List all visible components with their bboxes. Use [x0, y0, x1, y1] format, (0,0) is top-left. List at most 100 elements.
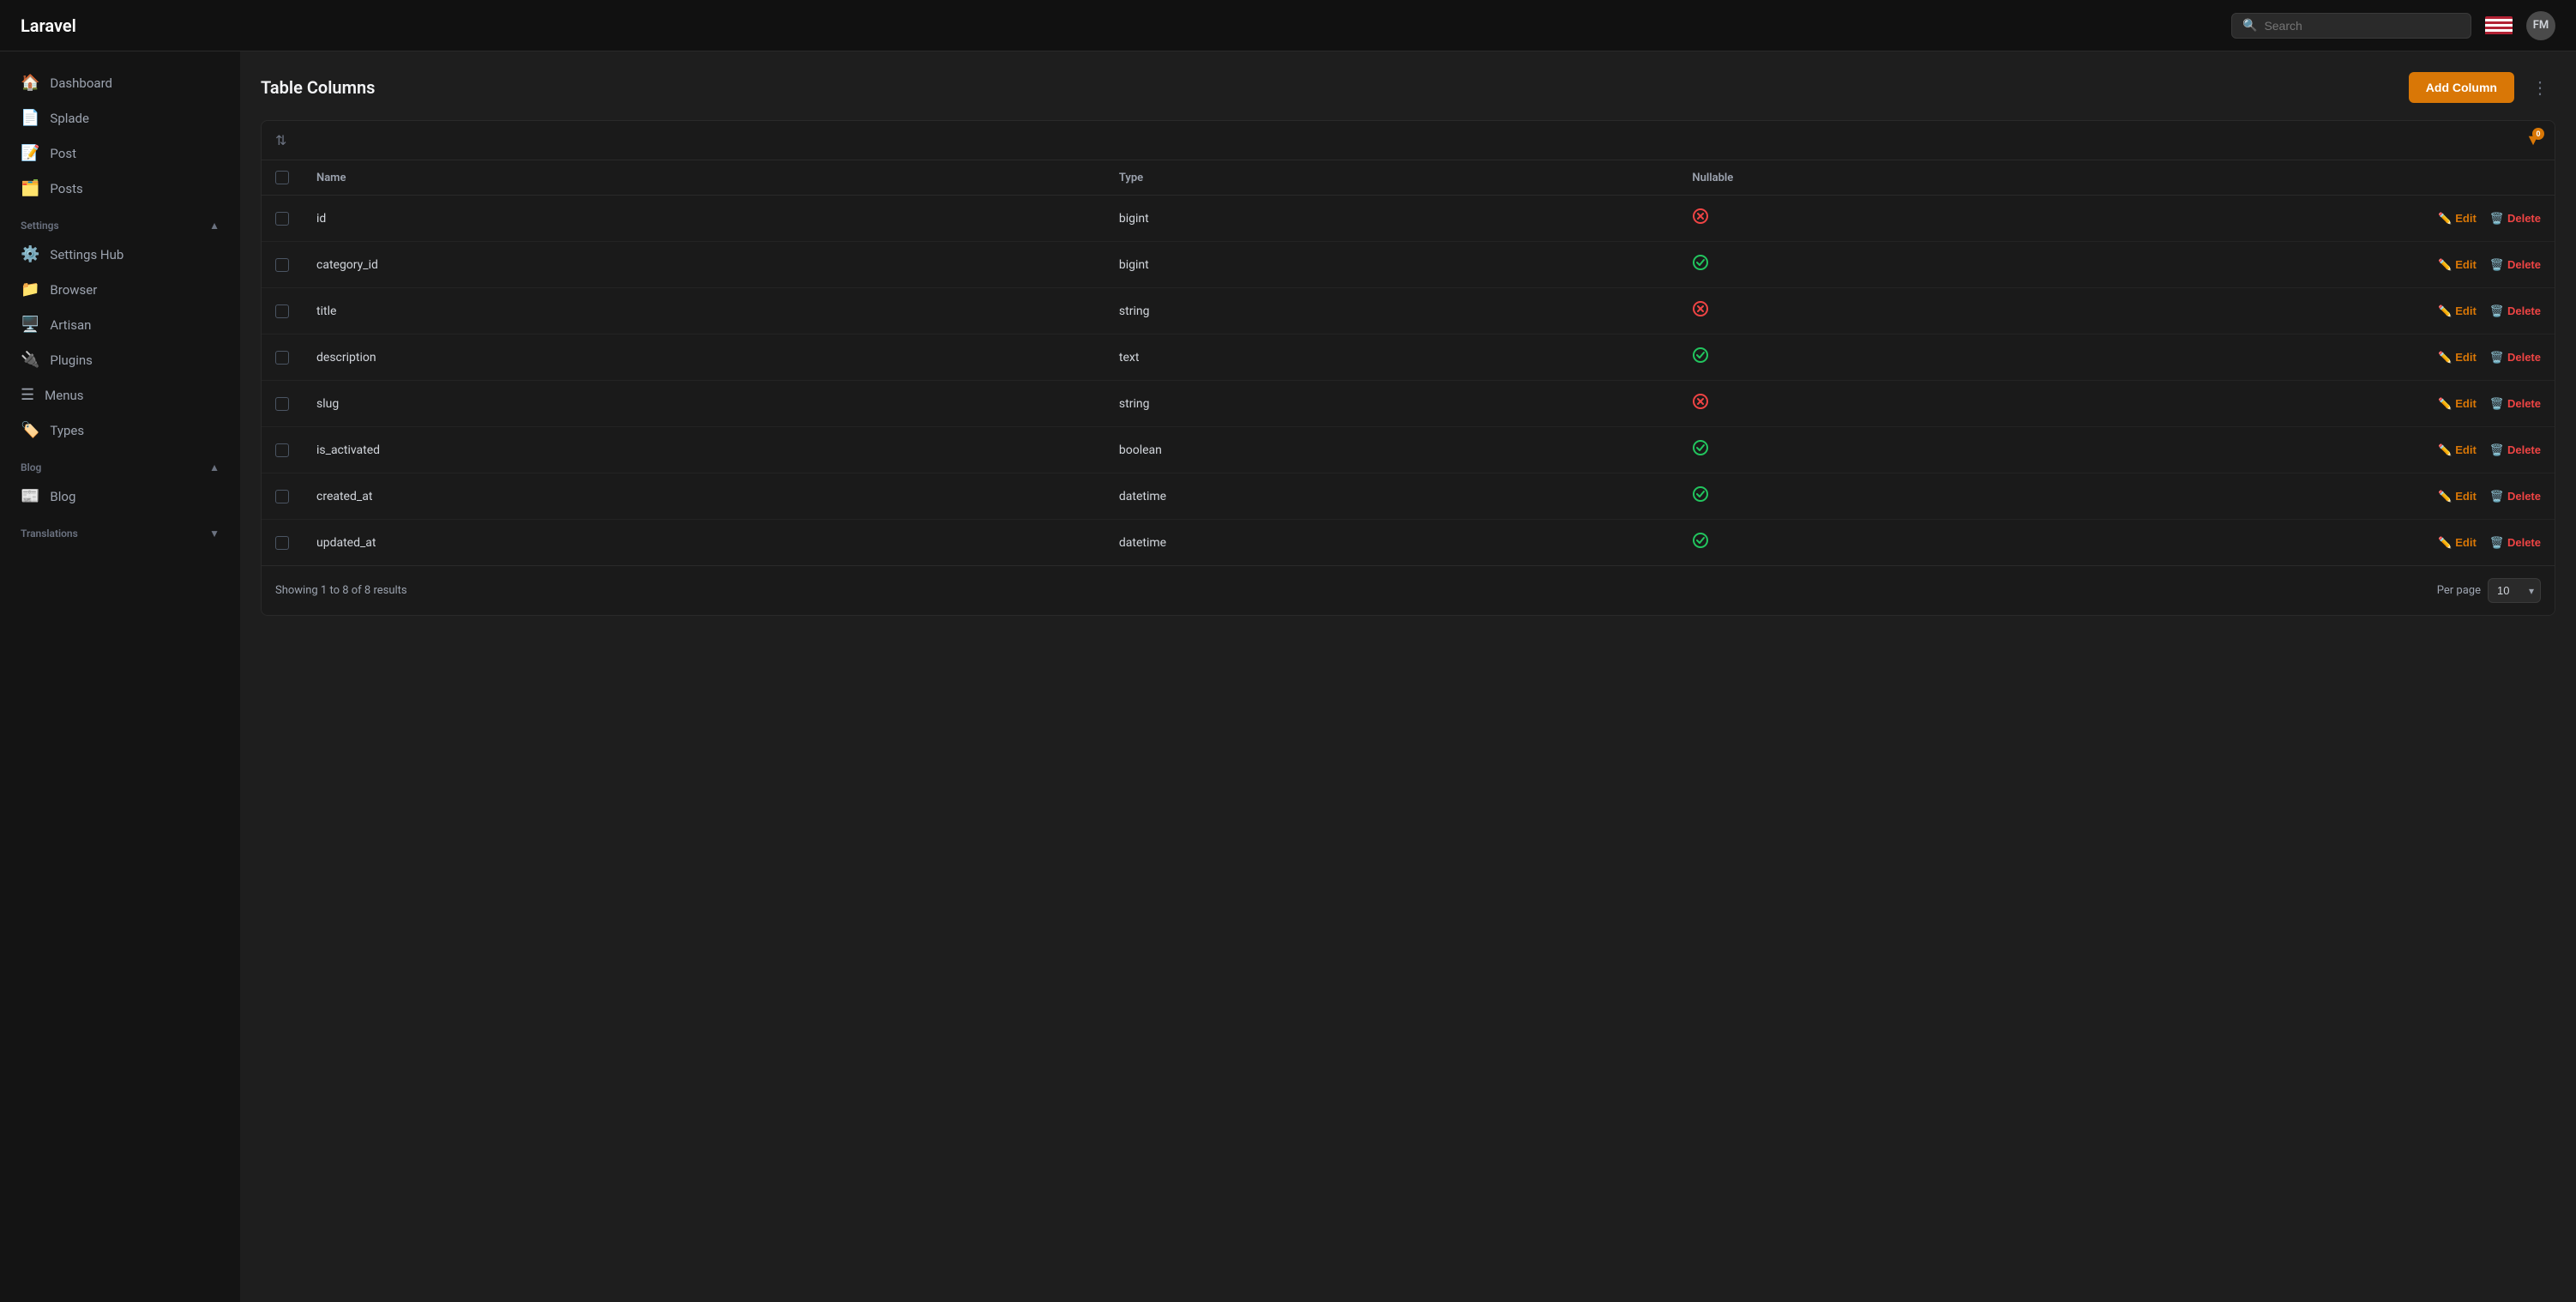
avatar: FM — [2526, 11, 2555, 40]
edit-button[interactable]: ✏️ Edit — [2438, 536, 2477, 550]
edit-icon: ✏️ — [2438, 397, 2452, 411]
edit-button[interactable]: ✏️ Edit — [2438, 212, 2477, 226]
delete-button[interactable]: 🗑️ Delete — [2490, 351, 2541, 365]
sidebar-item-browser[interactable]: 📁 Browser — [0, 272, 240, 307]
delete-button[interactable]: 🗑️ Delete — [2490, 536, 2541, 550]
edit-button[interactable]: ✏️ Edit — [2438, 258, 2477, 272]
page-title: Table Columns — [261, 77, 375, 98]
sidebar-item-blog[interactable]: 📰 Blog — [0, 479, 240, 514]
edit-button[interactable]: ✏️ Edit — [2438, 304, 2477, 318]
table-row: description text ✏️ Edit 🗑️ Delete — [262, 335, 2555, 381]
search-input[interactable] — [2264, 19, 2460, 33]
row-checkbox[interactable] — [275, 443, 289, 457]
sidebar-item-plugins[interactable]: 🔌 Plugins — [0, 342, 240, 377]
row-checkbox[interactable] — [275, 258, 289, 272]
edit-icon: ✏️ — [2438, 490, 2452, 503]
sidebar-item-label: Types — [50, 423, 84, 438]
settings-section[interactable]: Settings ▲ — [0, 206, 240, 237]
nullable-icon — [1692, 257, 1709, 275]
flag-icon — [2485, 16, 2513, 35]
sidebar: 🏠 Dashboard 📄 Splade 📝 Post 🗂️ Posts Set… — [0, 51, 240, 1302]
cell-name: title — [303, 288, 1105, 335]
sidebar-item-settings-hub[interactable]: ⚙️ Settings Hub — [0, 237, 240, 272]
filter-button[interactable]: ▼ 0 — [2525, 131, 2541, 149]
table-body: id bigint ✏️ Edit 🗑️ Delete — [262, 196, 2555, 566]
row-actions: ✏️ Edit 🗑️ Delete — [2151, 443, 2541, 457]
row-checkbox[interactable] — [275, 536, 289, 550]
table-row: created_at datetime ✏️ Edit 🗑️ Delete — [262, 473, 2555, 520]
trash-icon: 🗑️ — [2490, 304, 2504, 318]
cell-name: is_activated — [303, 427, 1105, 473]
edit-button[interactable]: ✏️ Edit — [2438, 351, 2477, 365]
search-bar[interactable]: 🔍 — [2231, 13, 2471, 39]
chevron-up-icon: ▲ — [209, 461, 220, 473]
delete-button[interactable]: 🗑️ Delete — [2490, 490, 2541, 503]
edit-button[interactable]: ✏️ Edit — [2438, 490, 2477, 503]
edit-button[interactable]: ✏️ Edit — [2438, 397, 2477, 411]
sidebar-item-splade[interactable]: 📄 Splade — [0, 100, 240, 136]
sidebar-item-label: Splade — [50, 111, 89, 126]
sidebar-item-label: Artisan — [50, 317, 91, 333]
trash-icon: 🗑️ — [2490, 536, 2504, 550]
row-checkbox[interactable] — [275, 490, 289, 503]
cell-name: slug — [303, 381, 1105, 427]
select-all-checkbox[interactable] — [275, 171, 289, 184]
edit-button[interactable]: ✏️ Edit — [2438, 443, 2477, 457]
blog-section[interactable]: Blog ▲ — [0, 448, 240, 479]
more-options-button[interactable]: ⋮ — [2525, 74, 2555, 102]
sidebar-item-label: Settings Hub — [50, 247, 123, 262]
edit-icon: ✏️ — [2438, 212, 2452, 226]
delete-button[interactable]: 🗑️ Delete — [2490, 304, 2541, 318]
translations-section[interactable]: Translations ▼ — [0, 514, 240, 545]
cell-nullable — [1678, 242, 2137, 288]
trash-icon: 🗑️ — [2490, 490, 2504, 503]
sidebar-item-label: Browser — [50, 282, 97, 298]
row-checkbox[interactable] — [275, 212, 289, 226]
row-actions: ✏️ Edit 🗑️ Delete — [2151, 351, 2541, 365]
edit-icon: ✏️ — [2438, 258, 2452, 272]
delete-button[interactable]: 🗑️ Delete — [2490, 258, 2541, 272]
row-checkbox[interactable] — [275, 351, 289, 365]
per-page-label: Per page — [2437, 584, 2481, 597]
types-icon: 🏷️ — [21, 421, 39, 439]
page-header: Table Columns Add Column ⋮ — [261, 72, 2555, 103]
sidebar-item-menus[interactable]: ☰ Menus — [0, 377, 240, 413]
delete-button[interactable]: 🗑️ Delete — [2490, 443, 2541, 457]
delete-button[interactable]: 🗑️ Delete — [2490, 212, 2541, 226]
sidebar-item-artisan[interactable]: 🖥️ Artisan — [0, 307, 240, 342]
sidebar-item-posts[interactable]: 🗂️ Posts — [0, 171, 240, 206]
row-checkbox[interactable] — [275, 304, 289, 318]
nullable-icon — [1692, 304, 1709, 322]
add-column-button[interactable]: Add Column — [2409, 72, 2514, 103]
row-actions: ✏️ Edit 🗑️ Delete — [2151, 258, 2541, 272]
table-row: updated_at datetime ✏️ Edit 🗑️ Delete — [262, 520, 2555, 566]
cell-name: updated_at — [303, 520, 1105, 566]
cell-type: datetime — [1105, 520, 1679, 566]
home-icon: 🏠 — [21, 74, 39, 92]
col-header-actions — [2137, 160, 2555, 196]
nullable-icon — [1692, 489, 1709, 507]
trash-icon: 🗑️ — [2490, 212, 2504, 226]
row-actions: ✏️ Edit 🗑️ Delete — [2151, 304, 2541, 318]
sort-icon[interactable]: ⇅ — [275, 132, 286, 148]
sidebar-item-dashboard[interactable]: 🏠 Dashboard — [0, 65, 240, 100]
header-actions: Add Column ⋮ — [2409, 72, 2555, 103]
trash-icon: 🗑️ — [2490, 258, 2504, 272]
per-page-selector: Per page 102550100 — [2437, 578, 2541, 603]
per-page-select[interactable]: 102550100 — [2488, 578, 2541, 603]
sidebar-item-post[interactable]: 📝 Post — [0, 136, 240, 171]
nullable-icon — [1692, 396, 1709, 414]
plugins-icon: 🔌 — [21, 351, 39, 369]
sidebar-item-label: Blog — [50, 489, 75, 504]
cell-type: text — [1105, 335, 1679, 381]
row-checkbox[interactable] — [275, 397, 289, 411]
nullable-icon — [1692, 535, 1709, 553]
cell-type: string — [1105, 381, 1679, 427]
col-header-name: Name — [303, 160, 1105, 196]
cell-name: id — [303, 196, 1105, 242]
sidebar-item-types[interactable]: 🏷️ Types — [0, 413, 240, 448]
results-count: Showing 1 to 8 of 8 results — [275, 584, 407, 597]
edit-icon: ✏️ — [2438, 351, 2452, 365]
delete-button[interactable]: 🗑️ Delete — [2490, 397, 2541, 411]
edit-icon: ✏️ — [2438, 304, 2452, 318]
